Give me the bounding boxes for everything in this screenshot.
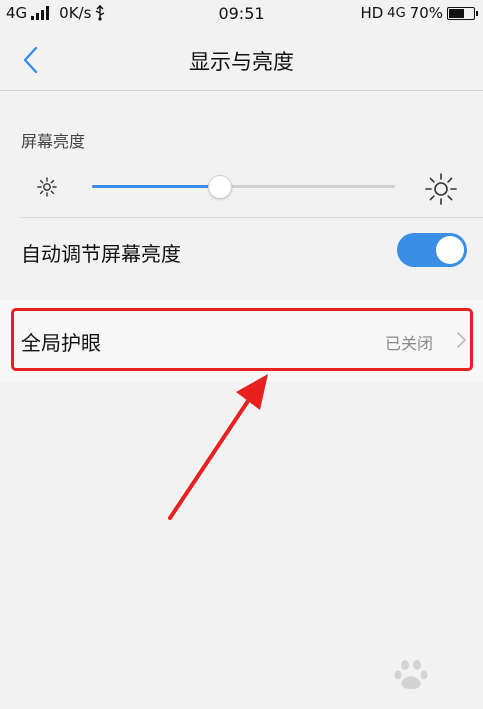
status-bar: 4G 0K/s 09:51 HD 4G 70%: [0, 0, 483, 28]
brightness-slider[interactable]: [92, 175, 395, 199]
auto-brightness-label: 自动调节屏幕亮度: [21, 242, 181, 266]
brightness-slider-fill: [92, 185, 220, 188]
brightness-section-label: 屏幕亮度: [21, 132, 86, 151]
chevron-right-icon: [457, 332, 466, 348]
battery-percent: 70%: [409, 4, 443, 22]
sun-bright-icon: [425, 173, 457, 205]
brightness-slider-thumb[interactable]: [208, 175, 233, 199]
toggle-knob: [436, 236, 464, 264]
eye-protection-row[interactable]: 全局护眼 已关闭: [0, 300, 483, 382]
auto-brightness-toggle[interactable]: [397, 233, 467, 267]
battery-fill: [449, 8, 464, 18]
battery-icon: [447, 6, 478, 20]
eye-protection-label: 全局护眼: [21, 331, 101, 355]
status-right: HD 4G 70%: [360, 4, 478, 22]
brightness-slider-row: [0, 168, 483, 208]
title-bar: 显示与亮度: [0, 28, 483, 91]
watermark-logo: [394, 660, 428, 689]
page-title: 显示与亮度: [189, 50, 294, 74]
hd-label: HD: [360, 4, 384, 22]
auto-brightness-row[interactable]: 自动调节屏幕亮度: [0, 218, 483, 284]
eye-protection-status: 已关闭: [384, 334, 433, 353]
network-type-label-right: 4G: [387, 5, 406, 21]
sun-dim-icon: [37, 177, 57, 197]
